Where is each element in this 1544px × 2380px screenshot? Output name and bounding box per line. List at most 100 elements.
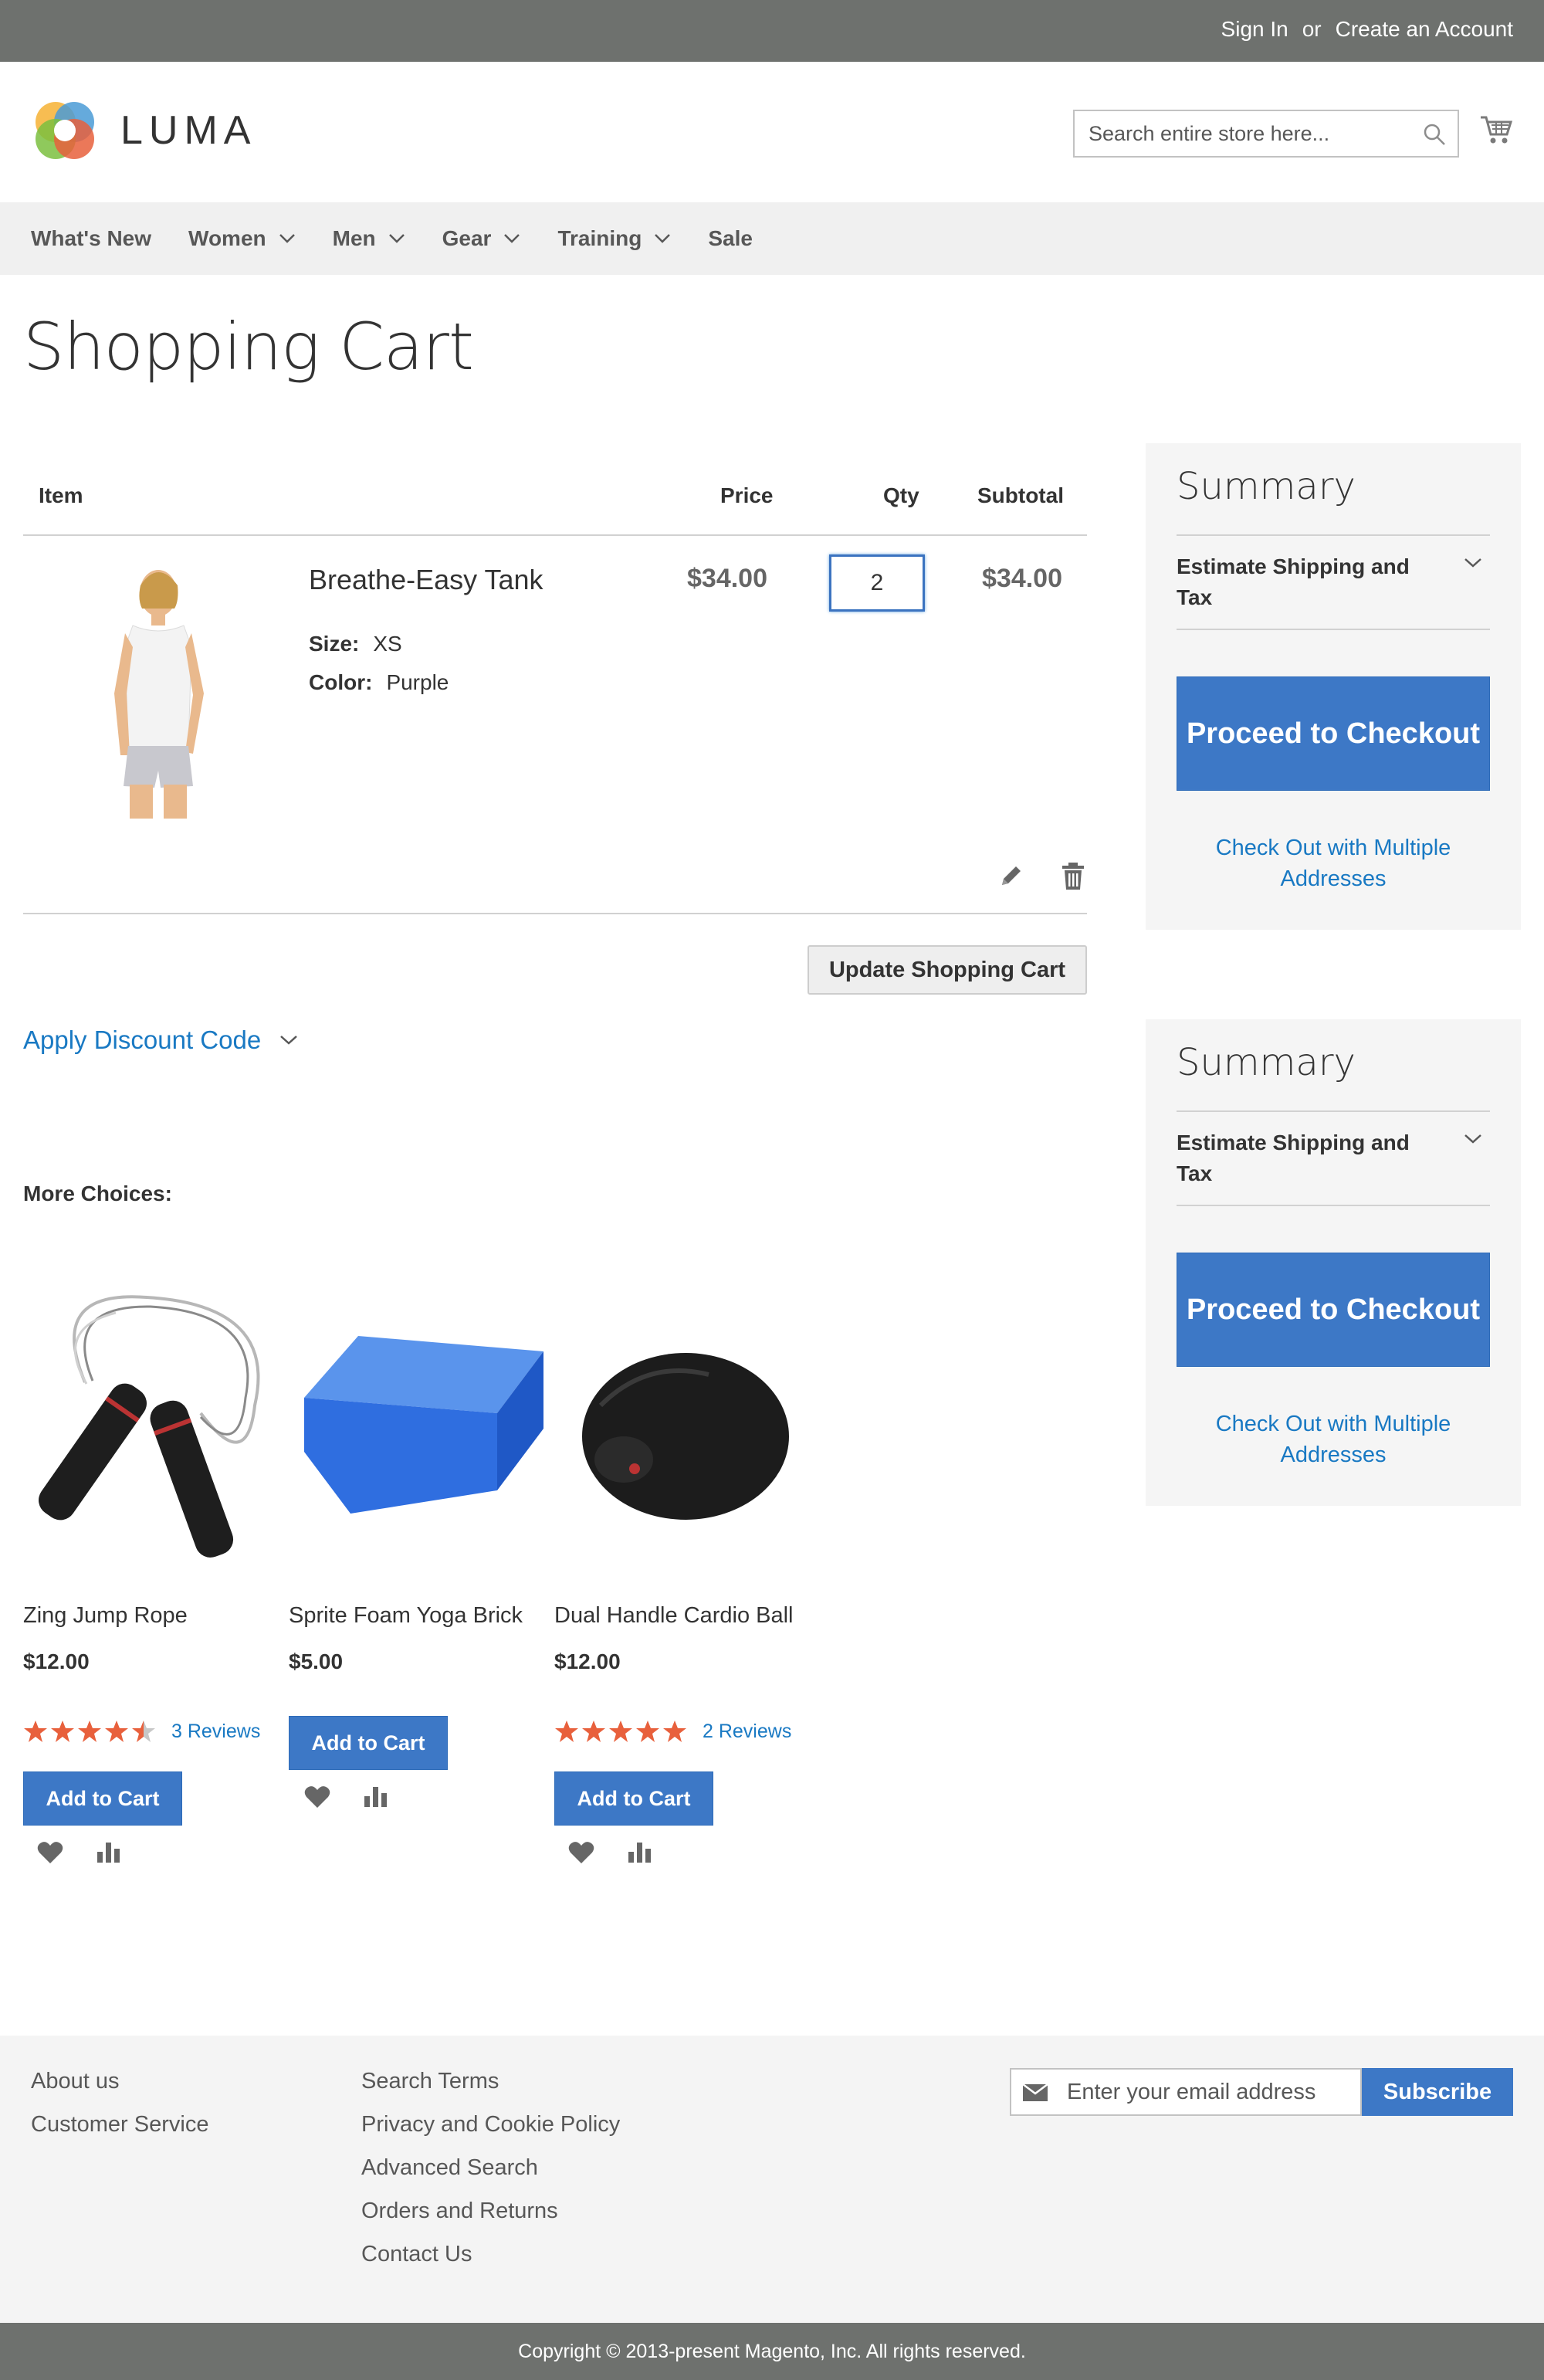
- product-name[interactable]: Zing Jump Rope: [23, 1603, 188, 1629]
- heart-icon[interactable]: [568, 1841, 594, 1864]
- cart-item-name[interactable]: Breathe-Easy Tank: [309, 564, 543, 596]
- luma-logo-icon: [36, 102, 94, 159]
- account-links: Sign In or Create an Account: [1221, 17, 1513, 42]
- product-image-link[interactable]: [46, 562, 270, 825]
- footer-links-col-2: Search Terms Privacy and Cookie Policy A…: [361, 2066, 620, 2283]
- footer-link-privacy-policy[interactable]: Privacy and Cookie Policy: [361, 2112, 620, 2137]
- nav-item-sale[interactable]: Sale: [708, 226, 753, 251]
- search-input[interactable]: [1075, 111, 1458, 156]
- footer-link-customer-service[interactable]: Customer Service: [31, 2112, 208, 2137]
- nav-item-gear[interactable]: Gear: [442, 226, 521, 251]
- or-separator: or: [1302, 17, 1322, 41]
- reviews-link[interactable]: 3 Reviews: [171, 1721, 260, 1743]
- summary-divider: [1177, 629, 1490, 630]
- option-value: XS: [373, 632, 402, 656]
- create-account-link[interactable]: Create an Account: [1336, 17, 1513, 42]
- search-box: [1073, 110, 1459, 158]
- chevron-down-icon: [279, 234, 295, 243]
- option-label: Size:: [309, 632, 360, 656]
- summary-title: Summary: [1177, 465, 1356, 508]
- cart-item-price: $34.00: [687, 564, 767, 593]
- sign-in-link[interactable]: Sign In: [1221, 17, 1288, 42]
- footer-link-advanced-search[interactable]: Advanced Search: [361, 2155, 538, 2180]
- product-image-link[interactable]: [554, 1282, 809, 1591]
- nav-item-label: What's New: [31, 226, 152, 250]
- update-cart-button[interactable]: Update Shopping Cart: [808, 945, 1087, 995]
- nav-item-whats-new[interactable]: What's New: [31, 226, 151, 251]
- product-card: Zing Jump Rope $12.00 3 Reviews Add to C…: [23, 1282, 278, 1863]
- store-logo[interactable]: LUMA: [31, 96, 256, 165]
- newsletter-email-input[interactable]: [1011, 2070, 1360, 2114]
- add-to-cart-button[interactable]: Add to Cart: [23, 1771, 182, 1826]
- summary-divider: [1177, 534, 1490, 536]
- chevron-down-icon[interactable]: [1464, 558, 1482, 568]
- product-rating: 2 Reviews: [554, 1719, 791, 1744]
- site-header: LUMA: [0, 62, 1544, 202]
- reviews-link[interactable]: 2 Reviews: [703, 1721, 791, 1743]
- add-to-cart-button[interactable]: Add to Cart: [554, 1771, 713, 1826]
- edit-pencil-icon[interactable]: [996, 860, 1027, 891]
- product-card: Dual Handle Cardio Ball $12.00 2 Reviews…: [554, 1282, 809, 1863]
- nav-item-label: Women: [188, 226, 266, 250]
- product-name[interactable]: Dual Handle Cardio Ball: [554, 1603, 794, 1629]
- proceed-to-checkout-button[interactable]: Proceed to Checkout: [1177, 676, 1490, 791]
- cart-summary: Summary Estimate Shipping and Tax Procee…: [1146, 443, 1521, 930]
- search-icon[interactable]: [1422, 122, 1447, 147]
- copyright: Copyright © 2013-present Magento, Inc. A…: [0, 2323, 1544, 2380]
- summary-divider: [1177, 1205, 1490, 1206]
- nav-item-training[interactable]: Training: [557, 226, 671, 251]
- column-header-subtotal: Subtotal: [977, 483, 1064, 507]
- item-divider: [23, 913, 1087, 914]
- discount-label: Apply Discount Code: [23, 1026, 262, 1054]
- site-footer: About us Customer Service Search Terms P…: [0, 2036, 1544, 2323]
- footer-link-orders-returns[interactable]: Orders and Returns: [361, 2199, 558, 2223]
- column-header-price: Price: [720, 483, 774, 507]
- chevron-down-icon: [280, 1036, 298, 1045]
- header-divider: [23, 534, 1087, 536]
- main-nav: What's New Women Men Gear Training Sale: [0, 202, 1544, 275]
- star-rating-icon: [555, 1721, 686, 1742]
- heart-icon[interactable]: [37, 1841, 63, 1864]
- product-price: $12.00: [554, 1649, 621, 1673]
- proceed-to-checkout-button[interactable]: Proceed to Checkout: [1177, 1253, 1490, 1367]
- product-name[interactable]: Sprite Foam Yoga Brick: [289, 1603, 523, 1629]
- apply-discount-toggle[interactable]: Apply Discount Code: [23, 1026, 298, 1055]
- estimate-shipping-toggle[interactable]: Estimate Shipping and Tax: [1177, 1127, 1431, 1189]
- heart-icon[interactable]: [304, 1785, 330, 1809]
- nav-item-men[interactable]: Men: [333, 226, 405, 251]
- nav-item-label: Men: [332, 226, 376, 250]
- star-rating-icon: [24, 1721, 155, 1742]
- newsletter-form: Subscribe: [1010, 2068, 1513, 2116]
- product-price: $12.00: [23, 1649, 90, 1673]
- multiple-addresses-link[interactable]: Check Out with Multiple Addresses: [1177, 832, 1490, 894]
- more-choices-title: More Choices:: [23, 1182, 172, 1205]
- cart-icon[interactable]: [1479, 114, 1513, 145]
- product-card: Sprite Foam Yoga Brick $5.00 Add to Cart: [289, 1282, 543, 1808]
- footer-link-contact-us[interactable]: Contact Us: [361, 2242, 472, 2266]
- newsletter-field: [1010, 2068, 1362, 2116]
- add-to-cart-button[interactable]: Add to Cart: [289, 1716, 448, 1770]
- nav-item-label: Sale: [708, 226, 753, 250]
- footer-link-about-us[interactable]: About us: [31, 2069, 119, 2094]
- cart-item-option-color: Color: Purple: [309, 670, 449, 695]
- product-rating: 3 Reviews: [23, 1719, 260, 1744]
- estimate-shipping-toggle[interactable]: Estimate Shipping and Tax: [1177, 551, 1431, 613]
- mail-icon: [1022, 2083, 1048, 2101]
- multiple-addresses-link[interactable]: Check Out with Multiple Addresses: [1177, 1409, 1490, 1470]
- product-image-link[interactable]: [289, 1282, 543, 1591]
- chevron-down-icon: [655, 234, 671, 243]
- footer-link-search-terms[interactable]: Search Terms: [361, 2069, 499, 2094]
- compare-icon[interactable]: [627, 1839, 653, 1864]
- chevron-down-icon: [504, 234, 520, 243]
- compare-icon[interactable]: [363, 1784, 389, 1809]
- chevron-down-icon: [388, 234, 405, 243]
- nav-item-label: Gear: [442, 226, 492, 250]
- chevron-down-icon[interactable]: [1464, 1134, 1482, 1144]
- subscribe-button[interactable]: Subscribe: [1362, 2068, 1513, 2116]
- nav-item-women[interactable]: Women: [188, 226, 296, 251]
- compare-icon[interactable]: [96, 1839, 122, 1864]
- product-image-link[interactable]: [23, 1282, 278, 1591]
- column-header-item: Item: [39, 483, 83, 507]
- trash-icon[interactable]: [1058, 860, 1089, 891]
- cart-item-qty-input[interactable]: [829, 554, 925, 612]
